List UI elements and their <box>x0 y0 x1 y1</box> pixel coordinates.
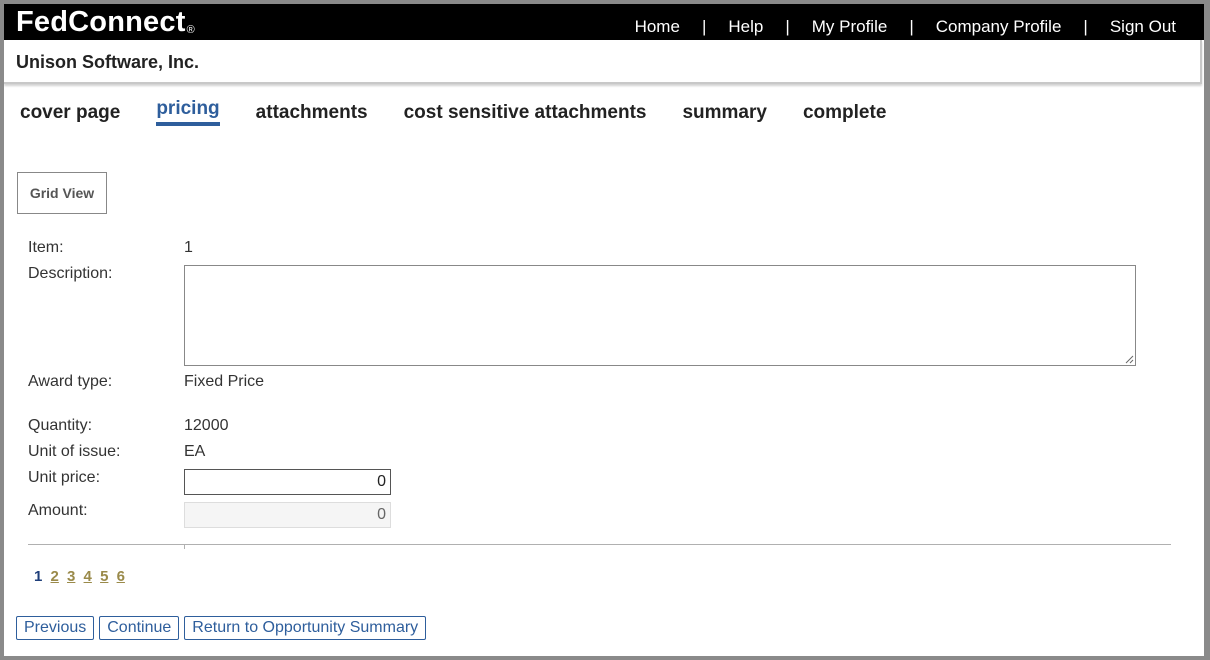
registered-mark: ® <box>186 24 195 36</box>
quantity-label: Quantity: <box>28 417 93 434</box>
previous-button[interactable]: Previous <box>16 616 95 640</box>
nav-separator: | <box>701 17 707 36</box>
step-tabs: cover page pricing attachments cost sens… <box>20 98 922 126</box>
unit-price-input[interactable]: 0 <box>184 469 391 495</box>
nav-my-profile-link[interactable]: My Profile <box>812 17 888 37</box>
company-header: Unison Software, Inc. <box>4 40 1202 84</box>
tab-attachments[interactable]: attachments <box>256 102 368 126</box>
nav-sign-out-link[interactable]: Sign Out <box>1110 17 1176 37</box>
divider-tick <box>184 544 185 549</box>
company-name: Unison Software, Inc. <box>16 52 200 72</box>
quantity-value: 12000 <box>184 417 229 434</box>
unit-of-issue-label: Unit of issue: <box>28 443 121 460</box>
return-to-opportunity-summary-button[interactable]: Return to Opportunity Summary <box>184 616 427 640</box>
pager-page-link[interactable]: 5 <box>100 568 108 585</box>
amount-field: 0 <box>184 502 391 528</box>
nav-help-link[interactable]: Help <box>728 17 763 37</box>
tab-pricing[interactable]: pricing <box>156 98 220 126</box>
unit-of-issue-value: EA <box>184 443 206 460</box>
pager-page-link[interactable]: 3 <box>67 568 75 585</box>
app-window: FedConnect® Home | Help | My Profile | C… <box>4 4 1204 656</box>
top-navigation: Home | Help | My Profile | Company Profi… <box>635 17 1176 37</box>
pager-page-link[interactable]: 2 <box>51 568 59 585</box>
resize-handle-icon[interactable] <box>1124 354 1134 364</box>
pager-page-link[interactable]: 6 <box>117 568 125 585</box>
tab-cost-sensitive-attachments[interactable]: cost sensitive attachments <box>404 102 647 126</box>
nav-separator: | <box>909 17 914 36</box>
tab-complete[interactable]: complete <box>803 102 886 126</box>
award-type-label: Award type: <box>28 373 113 390</box>
logo-text: FedConnect <box>16 6 186 38</box>
tab-cover-page[interactable]: cover page <box>20 102 120 126</box>
description-label: Description: <box>28 265 113 282</box>
unit-price-label: Unit price: <box>28 469 101 486</box>
pager-page-link[interactable]: 4 <box>84 568 92 585</box>
nav-company-profile-link[interactable]: Company Profile <box>936 17 1062 37</box>
description-textarea[interactable] <box>184 265 1136 366</box>
top-bar: FedConnect® Home | Help | My Profile | C… <box>4 4 1204 40</box>
action-buttons: Previous Continue Return to Opportunity … <box>16 616 431 640</box>
fedconnect-logo[interactable]: FedConnect® <box>16 6 195 39</box>
pager-current-page: 1 <box>34 568 43 585</box>
divider <box>28 544 1171 545</box>
amount-label: Amount: <box>28 502 88 519</box>
tab-summary[interactable]: summary <box>682 102 767 126</box>
nav-home-link[interactable]: Home <box>635 17 680 37</box>
item-label: Item: <box>28 239 64 256</box>
nav-separator: | <box>1083 17 1088 36</box>
nav-separator: | <box>785 17 790 36</box>
grid-view-button[interactable]: Grid View <box>17 172 107 214</box>
continue-button[interactable]: Continue <box>99 616 180 640</box>
item-value: 1 <box>184 239 193 256</box>
item-pager: 1 2 3 4 5 6 <box>34 568 129 585</box>
award-type-value: Fixed Price <box>184 373 265 390</box>
